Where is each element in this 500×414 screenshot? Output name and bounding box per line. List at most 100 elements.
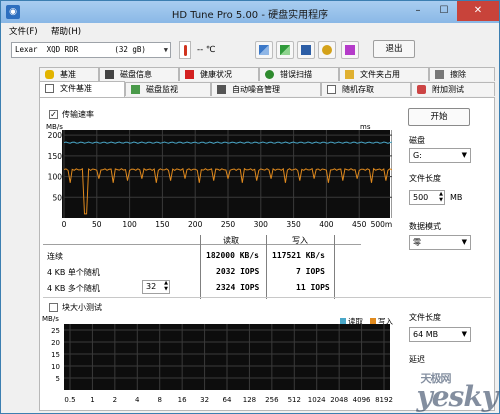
tab-health[interactable]: 健康状况 — [179, 67, 259, 81]
x-tick-label: 250 — [221, 220, 236, 229]
file-length2-value: 64 MB — [413, 330, 439, 339]
options-button[interactable] — [318, 41, 336, 59]
row-4kb-multi-label: 4 KB 多个随机 — [47, 284, 100, 293]
delay-label: 延迟 — [409, 355, 425, 364]
save-button[interactable] — [297, 41, 315, 59]
row-4kb-single-label: 4 KB 单个随机 — [47, 268, 100, 277]
watermark-logo: 天极网 yesky — [416, 372, 498, 413]
tab-erase[interactable]: 擦除 — [429, 67, 495, 81]
temperature-readout: -- ℃ — [197, 45, 216, 55]
block-x-ticks: 0.5 1 2 4 8 16 32 64 128 256 512 1024 2048 4096 8192 — [64, 396, 392, 404]
file-icon — [45, 84, 54, 93]
x-tick-label: 500mB — [371, 220, 392, 229]
copy-screenshot-button[interactable] — [276, 41, 294, 59]
tab-folder-usage[interactable]: 文件夹占用 — [339, 67, 429, 81]
left-tick-label: 150 — [48, 152, 63, 161]
block-x-tick-label: 2 — [113, 396, 117, 404]
x-tick-label: 200 — [188, 220, 203, 229]
x-tick-label: 400 — [319, 220, 334, 229]
tab-error-scan[interactable]: 错误扫描 — [259, 67, 339, 81]
tab-label: 磁盘信息 — [120, 70, 152, 79]
menu-file[interactable]: 文件(F) — [9, 25, 38, 37]
drive-select-value: Lexar XQD RDR (32 gB) — [15, 45, 146, 54]
tab-label: 错误扫描 — [280, 70, 312, 79]
results-header-write: 写入 — [292, 236, 308, 245]
queue-depth-spinner[interactable]: 32 ▲ ▼ — [142, 280, 170, 294]
x-tick-label: 300 — [254, 220, 269, 229]
x-tick-label: 100 — [122, 220, 137, 229]
tab-label: 健康状况 — [200, 70, 232, 79]
block-x-tick-label: 8 — [157, 396, 161, 404]
tab-label: 随机存取 — [342, 85, 374, 94]
tab-random-access[interactable]: 随机存取 — [321, 82, 411, 96]
tab-label: 文件基准 — [60, 84, 92, 93]
tab-benchmark[interactable]: 基准 — [39, 67, 99, 81]
results-divider-3 — [334, 235, 335, 299]
disk-select-value: G: — [413, 151, 422, 160]
tab-disk-monitor[interactable]: 磁盘监视 — [125, 82, 211, 96]
block-x-tick-label: 1 — [90, 396, 94, 404]
x-tick-label: 50 — [92, 220, 102, 229]
block-x-tick-label: 128 — [243, 396, 256, 404]
toolbar: Lexar XQD RDR (32 gB) ▼ -- ℃ 退出 — [1, 39, 499, 61]
file-length-input[interactable]: 500 ▲ ▼ — [409, 190, 445, 205]
tab-aam[interactable]: 自动噪音管理 — [211, 82, 321, 96]
trophy-icon — [45, 70, 54, 79]
disk-info-icon — [105, 70, 114, 79]
data-mode-value: 零 — [413, 238, 421, 247]
block-x-tick-label: 16 — [178, 396, 187, 404]
block-size-chart: 25 20 15 10 5 0.5 1 2 4 8 16 32 64 128 256 512 1024 2048… — [51, 324, 393, 404]
thermometer-icon — [179, 41, 191, 59]
block-size-checkbox[interactable] — [49, 303, 58, 312]
x-tick-label: 0 — [62, 220, 67, 229]
block-x-tick-label: 8192 — [375, 396, 393, 404]
block-x-tick-label: 1024 — [308, 396, 326, 404]
options-icon — [322, 45, 332, 55]
disk-select[interactable]: G: ▼ — [409, 148, 471, 163]
title-bar[interactable]: ◉ HD Tune Pro 5.00 - 硬盘实用程序 – ☐ ✕ — [1, 1, 499, 23]
exit-button[interactable]: 退出 — [373, 40, 415, 58]
maximize-button[interactable]: ☐ — [431, 1, 457, 21]
drive-select[interactable]: Lexar XQD RDR (32 gB) ▼ — [11, 42, 171, 58]
section-divider — [43, 297, 491, 298]
tab-file-benchmark[interactable]: 文件基准 — [39, 81, 125, 97]
scan-magnifier-icon — [265, 70, 274, 79]
sequential-read-value: 182000 KB/s — [206, 251, 259, 260]
tab-disk-info[interactable]: 磁盘信息 — [99, 67, 179, 81]
start-button[interactable]: 开始 — [408, 108, 470, 126]
copy-text-button[interactable] — [255, 41, 273, 59]
block-y-tick-label: 5 — [56, 375, 60, 383]
transfer-rate-checkbox[interactable]: ✓ — [49, 110, 58, 119]
tabs-row-1: 基准 磁盘信息 健康状况 错误扫描 文件夹占用 擦除 — [39, 67, 495, 81]
download-button[interactable] — [341, 41, 359, 59]
results-divider-1 — [200, 235, 201, 299]
close-button[interactable]: ✕ — [457, 1, 499, 21]
left-tick-label: 200 — [48, 131, 63, 140]
file-length2-label: 文件长度 — [409, 313, 441, 322]
4kb-single-read-value: 2032 IOPS — [216, 267, 260, 276]
tab-extra-tests[interactable]: 附加测试 — [411, 82, 495, 96]
tab-label: 附加测试 — [432, 85, 464, 94]
spinner-arrows-icon: ▲ ▼ — [164, 280, 168, 292]
block-x-tick-label: 32 — [200, 396, 209, 404]
file-length-label: 文件长度 — [409, 174, 441, 183]
speaker-icon — [217, 85, 226, 94]
results-divider-2 — [266, 235, 267, 299]
copy-icon — [259, 45, 269, 55]
menu-help[interactable]: 帮助(H) — [51, 25, 81, 37]
file-length-value: 500 — [413, 193, 429, 202]
health-cross-icon — [185, 70, 194, 79]
data-mode-select[interactable]: 零 ▼ — [409, 235, 471, 250]
tabs-row-2: 文件基准 磁盘监视 自动噪音管理 随机存取 附加测试 — [39, 81, 495, 97]
x-tick-label: 150 — [155, 220, 170, 229]
block-x-tick-label: 0.5 — [64, 396, 75, 404]
minimize-button[interactable]: – — [405, 1, 431, 21]
block-y-tick-label: 20 — [51, 339, 60, 347]
4kb-multi-write-value: 11 IOPS — [296, 283, 330, 292]
tab-label: 文件夹占用 — [360, 70, 400, 79]
tab-label: 擦除 — [450, 70, 466, 79]
block-x-tick-label: 2048 — [330, 396, 348, 404]
extra-test-icon — [417, 85, 426, 94]
monitor-icon — [131, 85, 140, 94]
file-length2-select[interactable]: 64 MB ▼ — [409, 327, 471, 342]
